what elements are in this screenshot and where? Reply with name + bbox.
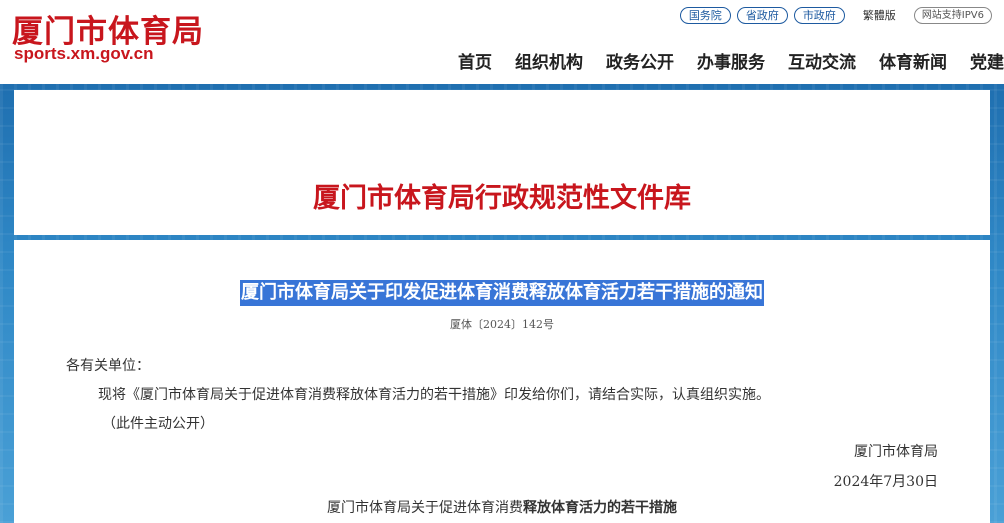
document-body: 现将《厦门市体育局关于促进体育消费释放体育活力的若干措施》印发给你们，请结合实际…: [98, 387, 770, 403]
nav-item-interaction[interactable]: 互动交流: [788, 48, 856, 73]
document-title[interactable]: 厦门市体育局关于印发促进体育消费释放体育活力若干措施的通知: [240, 280, 764, 306]
document-addressee: 各有关单位：: [66, 358, 150, 374]
link-guowuyuan[interactable]: 国务院: [679, 6, 731, 24]
ipv6-badge: 网站支持IPV6: [913, 6, 992, 24]
attachment-title-plain: 厦门市体育局关于促进体育消费: [327, 500, 523, 516]
nav-item-government-affairs[interactable]: 政务公开: [606, 48, 674, 73]
link-shengzhengfu[interactable]: 省政府: [736, 6, 788, 24]
document-panel: 厦门市体育局关于印发促进体育消费释放体育活力若干措施的通知 厦体〔2024〕14…: [14, 240, 990, 523]
document-date: 2024年7月30日: [833, 474, 938, 490]
document-title-wrap: 厦门市体育局关于印发促进体育消费释放体育活力若干措施的通知: [14, 280, 990, 306]
document-number: 厦体〔2024〕142号: [450, 318, 554, 331]
nav-item-home[interactable]: 首页: [458, 48, 492, 73]
main-nav: 首页 组织机构 政务公开 办事服务 互动交流 体育新闻 党建: [435, 46, 1004, 74]
site-logo-url[interactable]: sports.xm.gov.cn: [14, 44, 154, 64]
traditional-chinese-link[interactable]: 繁體版: [863, 7, 896, 23]
document-note: （此件主动公开）: [102, 416, 214, 432]
nav-item-services[interactable]: 办事服务: [697, 48, 765, 73]
nav-item-organization[interactable]: 组织机构: [515, 48, 583, 73]
attachment-title: 厦门市体育局关于促进体育消费释放体育活力的若干措施: [14, 497, 990, 517]
library-banner: 厦门市体育局行政规范性文件库: [14, 90, 990, 235]
nav-item-sports-news[interactable]: 体育新闻: [879, 48, 947, 73]
link-shizhengfu[interactable]: 市政府: [793, 6, 845, 24]
nav-item-party-building[interactable]: 党建: [970, 48, 1004, 73]
document-signer: 厦门市体育局: [854, 444, 938, 460]
library-title: 厦门市体育局行政规范性文件库: [313, 183, 691, 214]
attachment-title-bold: 释放体育活力的若干措施: [523, 500, 677, 516]
site-header: 厦门市体育局 sports.xm.gov.cn 国务院 省政府 市政府 繁體版 …: [0, 0, 1004, 84]
top-links: 国务院 省政府 市政府 繁體版 网站支持IPV6: [679, 6, 992, 24]
